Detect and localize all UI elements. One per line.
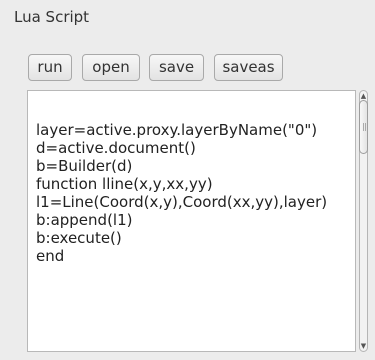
editor-scrollbar[interactable]: ▲ ▼ [356,90,371,352]
script-code-text[interactable]: layer=active.proxy.layerByName("0") d=ac… [36,121,354,265]
script-editor[interactable]: layer=active.proxy.layerByName("0") d=ac… [27,90,356,352]
chevron-down-icon[interactable]: ▼ [358,341,369,351]
panel-title: Lua Script [14,8,90,26]
scrollbar-thumb[interactable] [359,100,368,154]
open-button[interactable]: open [82,54,140,81]
lua-script-panel: Lua Script run open save saveas layer=ac… [0,0,375,360]
saveas-button[interactable]: saveas [214,54,283,81]
run-button[interactable]: run [28,54,72,81]
save-button[interactable]: save [149,54,204,81]
grip-icon [363,123,366,131]
